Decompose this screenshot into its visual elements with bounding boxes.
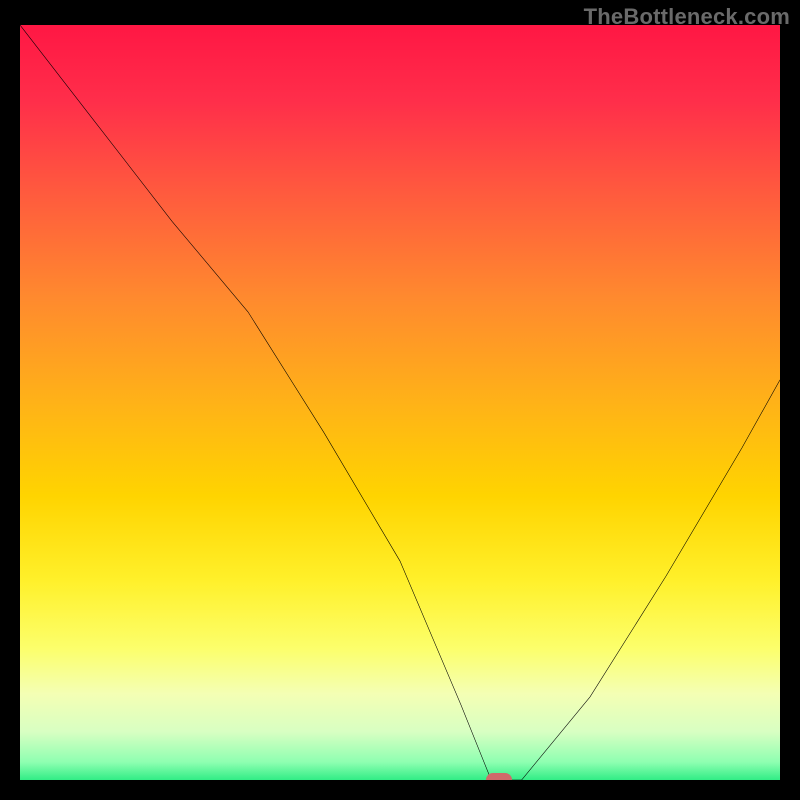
optimal-point-marker bbox=[486, 773, 512, 780]
plot-area bbox=[20, 25, 780, 780]
chart-frame: TheBottleneck.com bbox=[0, 0, 800, 800]
watermark-text: TheBottleneck.com bbox=[584, 4, 790, 30]
bottleneck-curve bbox=[20, 25, 780, 780]
